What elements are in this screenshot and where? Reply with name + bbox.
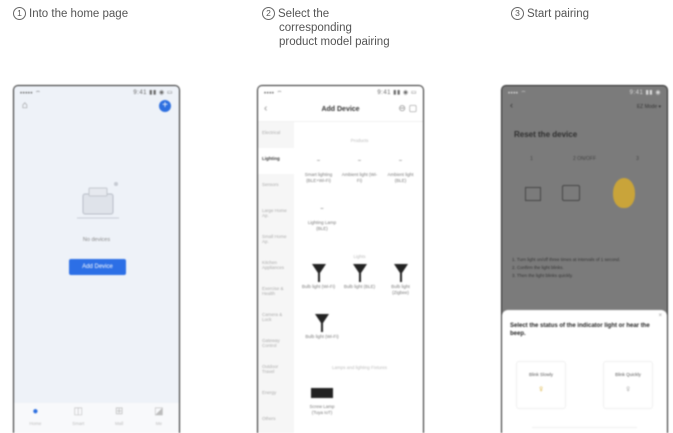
light-strip-icon: ┅ xyxy=(358,158,361,164)
product-item[interactable]: ┅ Ambient light (BLE) xyxy=(383,150,419,183)
blink-quickly-option[interactable]: Blink Quickly ♀ xyxy=(603,361,653,409)
category-item[interactable]: Sensors xyxy=(258,174,294,200)
status-bar: •••• ⌔ 9:41 ▮▮ ◉ ▭ xyxy=(264,90,417,97)
blink-slowly-option[interactable]: Blink Slowly ♀ xyxy=(516,361,566,409)
sheet-footer xyxy=(532,427,637,433)
step-number: 3 xyxy=(511,7,524,20)
category-item[interactable]: Energy xyxy=(258,382,294,408)
product-item[interactable]: ┅ Ambient light (Wi-Fi) xyxy=(342,150,378,183)
category-item[interactable]: Gateway Control xyxy=(258,330,294,356)
product-row: Bulb light (Wi-Fi) xyxy=(298,312,421,340)
mode-selector[interactable]: EZ Mode ▾ xyxy=(637,104,661,110)
category-item[interactable]: Electrical xyxy=(258,122,294,148)
indicator-status-sheet: × Select the status of the indicator lig… xyxy=(502,310,667,433)
product-item[interactable]: ┅ Lighting Lamp (BLE) xyxy=(304,198,340,231)
product-item[interactable]: Bulb light (Wi-Fi) xyxy=(301,262,337,295)
me-tab-icon: ◪ xyxy=(154,406,164,417)
reset-instructions: 1. Turn light on/off three times at inte… xyxy=(512,257,621,278)
category-item[interactable]: Exercise & Health xyxy=(258,278,294,304)
screw-lamp-icon xyxy=(304,382,340,404)
qr-code-icon[interactable]: ▢ xyxy=(408,103,417,113)
light-strip-icon: ┅ xyxy=(317,158,320,164)
category-item[interactable]: Large Home Ap. xyxy=(258,200,294,226)
step-number: 1 xyxy=(13,7,26,20)
tab-me[interactable]: ◪ Me xyxy=(154,407,163,429)
phone-add-device-screen: •••• ⌔ 9:41 ▮▮ ◉ ▭ ‹ Add Device ⊖ ▢ Elec… xyxy=(257,85,424,433)
section-header: Lights xyxy=(353,254,366,259)
smart-tab-icon: ◫ xyxy=(73,406,83,417)
status-bar: •••• ⌔ 9:41 ▮▮ ◉ xyxy=(508,90,661,97)
step-number: 2 xyxy=(262,7,275,20)
category-item[interactable]: Others xyxy=(258,408,294,433)
tab-smart[interactable]: ◫ Smart xyxy=(72,407,84,429)
category-item[interactable]: Small Home Ap. xyxy=(258,226,294,252)
light-strip-icon: ┅ xyxy=(399,158,402,164)
reset-title: Reset the device xyxy=(514,130,578,139)
screen-header: ‹ Add Device ⊖ ▢ xyxy=(258,100,423,122)
product-row: ┅ Lighting Lamp (BLE) xyxy=(298,198,421,231)
plus-icon[interactable]: + xyxy=(159,100,171,112)
category-item[interactable]: Outdoor Travel xyxy=(258,356,294,382)
sheet-question: Select the status of the indicator light… xyxy=(510,323,650,337)
section-header: Lamps and lighting Fixtures xyxy=(331,365,388,370)
product-item[interactable]: Bulb light (Wi-Fi) xyxy=(304,312,340,340)
bulb-socket-icon xyxy=(383,262,419,284)
scan-icon[interactable]: ⊖ xyxy=(398,103,406,113)
product-item[interactable]: Screw Lamp (Tuya IoT) xyxy=(304,382,340,415)
phone-pairing-screen: •••• ⌔ 9:41 ▮▮ ◉ ‹ EZ Mode ▾ Reset the d… xyxy=(501,85,668,433)
reset-step-labels: 1 2 ON/OFF 3 xyxy=(530,156,639,162)
product-item[interactable]: Bulb light (Zigbee) xyxy=(383,262,419,295)
bulb-socket-icon xyxy=(342,262,378,284)
bottom-tab-bar: ● Home ◫ Smart ⊞ Mall ◪ Me xyxy=(14,403,179,433)
close-icon[interactable]: × xyxy=(658,313,662,319)
category-item[interactable]: Kitchen Appliances xyxy=(258,252,294,278)
bulb-socket-icon xyxy=(304,312,340,334)
status-bar: ••••• ⌔ 9:41 ▮▮ ◉ ▭ xyxy=(20,90,173,97)
section-header: Products xyxy=(350,138,369,143)
phone-home-screen: ••••• ⌔ 9:41 ▮▮ ◉ ▭ ⌂ + No devices Add D… xyxy=(13,85,180,433)
bulb-icon: ♀ xyxy=(624,384,632,395)
switch-press-icon xyxy=(562,185,580,201)
back-arrow-icon[interactable]: ‹ xyxy=(510,100,513,110)
category-sidebar: Electrical Lighting Sensors Large Home A… xyxy=(258,122,294,433)
switch-icon xyxy=(525,187,541,201)
product-row: Bulb light (Wi-Fi) Bulb light (BLE) Bulb… xyxy=(298,262,421,295)
add-device-button[interactable]: Add Device xyxy=(69,259,126,275)
step-caption-2: 2 Select the corresponding product model … xyxy=(262,7,390,49)
product-item[interactable]: ┅ Smart lighting (BLE+Wi-Fi) xyxy=(301,150,337,183)
tab-mall[interactable]: ⊞ Mall xyxy=(115,407,123,429)
bulb-socket-icon xyxy=(301,262,337,284)
no-devices-text: No devices xyxy=(82,237,111,243)
category-item[interactable]: Camera & Lock xyxy=(258,304,294,330)
product-item[interactable]: Bulb light (BLE) xyxy=(342,262,378,295)
mall-tab-icon: ⊞ xyxy=(114,406,124,417)
step-caption-3: 3 Start pairing xyxy=(511,7,589,21)
bulb-icon: ♀ xyxy=(537,384,545,395)
empty-state-illustration xyxy=(77,182,119,219)
glowing-bulb-icon xyxy=(613,178,635,208)
product-row: ┅ Smart lighting (BLE+Wi-Fi) ┅ Ambient lig… xyxy=(298,150,421,183)
home-tab-icon: ● xyxy=(32,406,39,417)
step-caption-1: 1 Into the home page xyxy=(13,7,128,21)
house-icon[interactable]: ⌂ xyxy=(22,100,28,111)
tab-home[interactable]: ● Home xyxy=(29,407,41,429)
product-row: Screw Lamp (Tuya IoT) xyxy=(298,382,421,415)
lamp-icon: ┅ xyxy=(320,206,324,212)
category-item-selected[interactable]: Lighting xyxy=(258,148,294,174)
